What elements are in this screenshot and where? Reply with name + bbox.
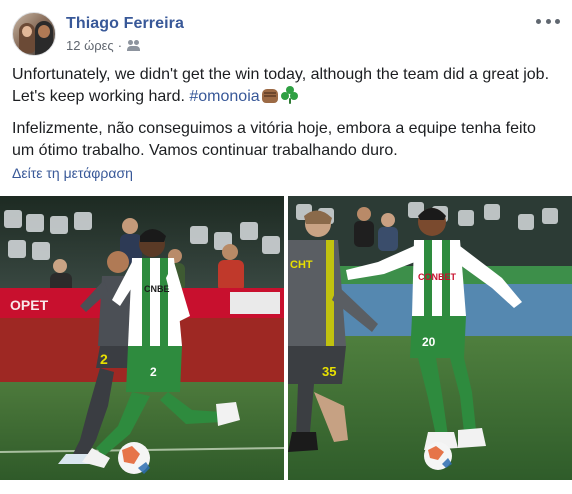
hashtag-link[interactable]: #omonoia <box>189 88 259 105</box>
jersey-text-right: CONBET <box>418 272 457 282</box>
shorts-number-right: 20 <box>422 335 436 349</box>
photo-left[interactable]: OPET 2 CNBET 2 <box>0 196 284 480</box>
opponent-shirt-text: CHT <box>290 259 313 271</box>
fist-emoji-icon <box>261 89 278 103</box>
post-subline: 12 ώρες · <box>66 37 184 54</box>
photo-right-image: CHT 35 CONBET 20 <box>288 196 572 480</box>
opponent-number-right: 35 <box>322 364 336 379</box>
post-timestamp[interactable]: 12 ώρες <box>66 37 114 54</box>
friends-icon[interactable] <box>127 40 141 51</box>
shamrock-emoji-icon <box>280 86 299 104</box>
more-options-icon[interactable] <box>536 14 560 28</box>
post-text-portuguese: Infelizmente, não conseguimos a vitória … <box>12 120 536 159</box>
shorts-number-left: 2 <box>150 365 157 379</box>
photo-left-image: OPET 2 CNBET 2 <box>0 196 284 480</box>
opponent-number: 2 <box>100 351 108 367</box>
author-avatar[interactable] <box>12 12 56 56</box>
svg-text:OPET: OPET <box>10 297 49 313</box>
post-text: Unfortunately, we didn't get the win tod… <box>12 64 560 162</box>
post-header: Thiago Ferreira 12 ώρες · <box>12 12 184 56</box>
separator-dot: · <box>117 38 123 53</box>
author-name[interactable]: Thiago Ferreira <box>66 14 184 34</box>
facebook-post: Thiago Ferreira 12 ώρες · Unfortunately,… <box>0 0 572 494</box>
see-translation-link[interactable]: Δείτε τη μετάφραση <box>12 164 133 182</box>
post-text-english: Unfortunately, we didn't get the win tod… <box>12 64 560 108</box>
post-meta: Thiago Ferreira 12 ώρες · <box>66 14 184 54</box>
photo-right[interactable]: CHT 35 CONBET 20 <box>288 196 572 480</box>
